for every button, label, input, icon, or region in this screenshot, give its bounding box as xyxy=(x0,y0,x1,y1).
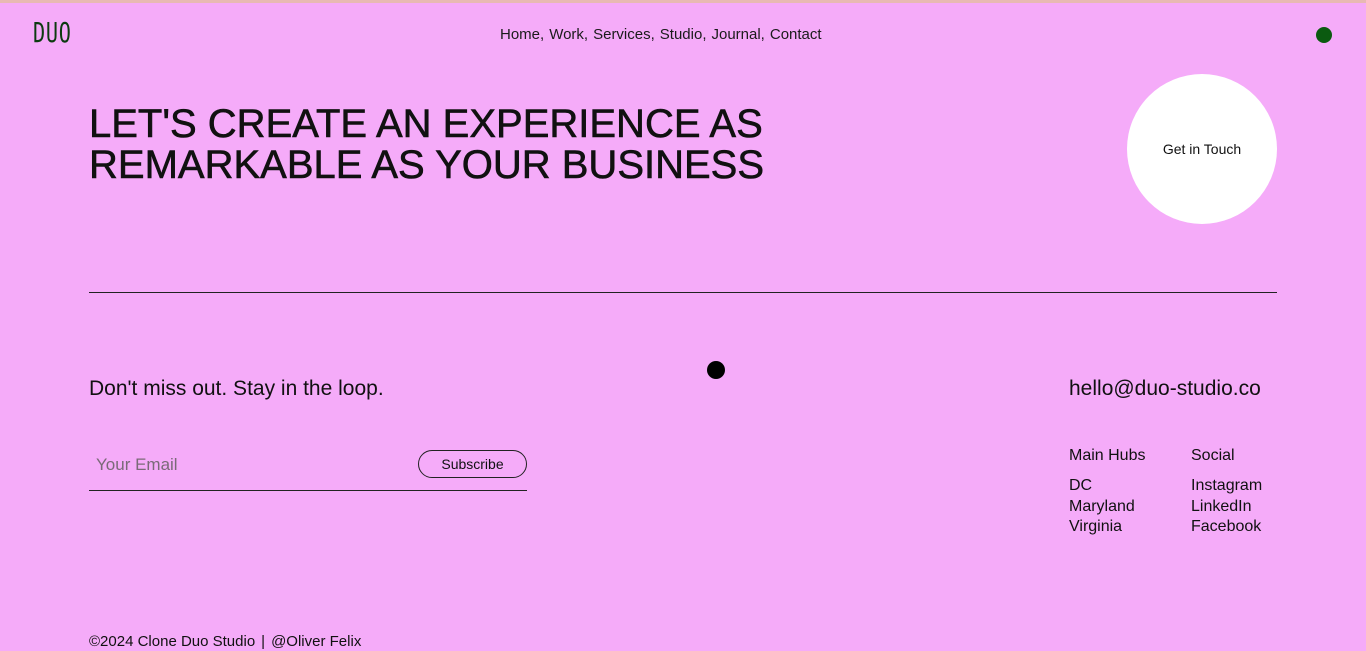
newsletter-form: Subscribe xyxy=(89,446,527,491)
social-link-instagram[interactable]: Instagram xyxy=(1191,477,1262,494)
contact-email-link[interactable]: hello@duo-studio.co xyxy=(1069,376,1261,402)
get-in-touch-button[interactable]: Get in Touch xyxy=(1127,74,1277,224)
status-dot-icon[interactable] xyxy=(1316,27,1332,43)
main-hubs-column: Main Hubs DC Maryland Virginia xyxy=(1069,446,1145,538)
logo[interactable]: DUO xyxy=(33,19,72,47)
hero-headline-line-1: LET'S CREATE AN EXPERIENCE AS xyxy=(89,102,763,146)
main-hubs-heading: Main Hubs xyxy=(1069,447,1146,464)
copyright-text: ©2024 Clone Duo Studio xyxy=(89,633,256,650)
email-input[interactable] xyxy=(89,446,418,484)
social-column: Social Instagram LinkedIn Facebook xyxy=(1191,446,1262,538)
newsletter-title: Don't miss out. Stay in the loop. xyxy=(89,377,384,400)
nav-item-services[interactable]: Services, xyxy=(593,26,655,44)
hero-headline: LET'S CREATE AN EXPERIENCE AS REMARKABLE… xyxy=(89,102,765,187)
cursor-dot-icon xyxy=(707,361,725,379)
hub-item: DC xyxy=(1069,477,1093,494)
hub-item: Virginia xyxy=(1069,518,1123,535)
social-link-linkedin[interactable]: LinkedIn xyxy=(1191,498,1252,515)
main-nav: Home, Work, Services, Studio, Journal, C… xyxy=(500,26,822,44)
nav-item-studio[interactable]: Studio, xyxy=(660,26,707,44)
hub-item: Maryland xyxy=(1069,497,1135,515)
credit-link[interactable]: @Oliver Felix xyxy=(271,633,361,650)
nav-item-work[interactable]: Work, xyxy=(549,26,588,44)
nav-item-journal[interactable]: Journal, xyxy=(711,26,764,44)
section-divider xyxy=(89,292,1277,293)
social-link-facebook[interactable]: Facebook xyxy=(1191,518,1261,535)
hero-headline-line-2: REMARKABLE AS YOUR BUSINESS xyxy=(89,143,765,187)
social-heading: Social xyxy=(1191,447,1235,464)
footer: ©2024 Clone Duo Studio | @Oliver Felix xyxy=(89,633,361,651)
footer-separator: | xyxy=(261,633,266,650)
top-border xyxy=(0,0,1366,3)
nav-item-contact[interactable]: Contact xyxy=(770,26,822,44)
nav-item-home[interactable]: Home, xyxy=(500,26,544,44)
subscribe-button[interactable]: Subscribe xyxy=(418,450,527,478)
